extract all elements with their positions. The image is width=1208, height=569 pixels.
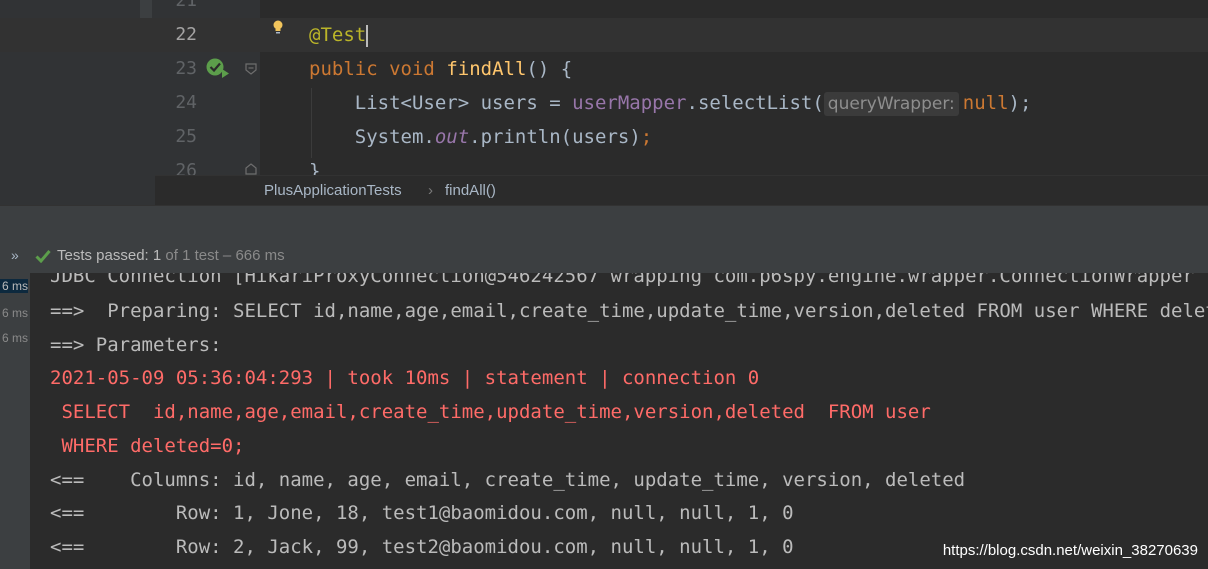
code-line[interactable]: List<User> users = userMapper.selectList… [309, 86, 1031, 120]
test-tree-item[interactable]: 6 ms [0, 306, 28, 320]
check-icon [35, 250, 51, 263]
code-token: .println(users) [469, 126, 641, 148]
keyword-token: public [309, 58, 378, 80]
text-caret [366, 24, 369, 47]
watermark: https://blog.csdn.net/weixin_38270639 [942, 542, 1198, 559]
breadcrumb: PlusApplicationTests › findAll() [155, 175, 1208, 206]
parameter-hint: queryWrapper: [823, 92, 959, 116]
run-test-passed-icon[interactable] [205, 58, 231, 80]
code-token: System. [354, 126, 435, 148]
line-number: 21 [175, 0, 197, 11]
console-line-sql-log: WHERE deleted=0; [50, 435, 245, 457]
console-line: ==> Parameters: [50, 334, 234, 356]
method-name-token: findAll [446, 58, 527, 80]
fold-marker-icon[interactable] [244, 62, 258, 76]
console-output[interactable]: JDBC Connection [HikariProxyConnection@5… [30, 273, 1208, 569]
console-line: <== Row: 1, Jone, 18, test1@baomidou.com… [50, 502, 794, 524]
test-tree[interactable]: 6 ms 6 ms 6 ms [0, 273, 31, 569]
breadcrumb-method[interactable]: findAll() [445, 176, 496, 206]
test-status-bar: » Tests passed: 1 of 1 test – 666 ms [0, 239, 1208, 273]
test-status-detail: of 1 test – 666 ms [161, 247, 285, 264]
line-number: 23 [175, 58, 197, 79]
test-tree-item[interactable]: 6 ms [0, 279, 28, 293]
code-token: .selectList( [686, 92, 824, 114]
console-line: <== Columns: id, name, age, email, creat… [50, 469, 966, 491]
code-token: () { [526, 58, 573, 80]
code-token: List<User> users = [354, 92, 573, 114]
lightbulb-icon[interactable] [272, 20, 284, 34]
annotation-token: @Test [309, 24, 367, 46]
test-status-main: Tests passed: 1 [57, 247, 162, 264]
console-line: ==> Preparing: SELECT id,name,age,email,… [50, 300, 1208, 322]
fold-marker-icon[interactable] [244, 162, 258, 176]
field-token: userMapper [572, 92, 687, 114]
code-token: ); [1008, 92, 1032, 114]
line-number: 25 [175, 126, 197, 147]
static-field-token: out [434, 126, 470, 148]
line-number: 22 [175, 24, 197, 45]
code-line[interactable]: @Test [309, 18, 369, 52]
code-line[interactable]: System.out.println(users); [309, 120, 652, 154]
console-line: JDBC Connection [HikariProxyConnection@5… [50, 273, 1194, 287]
expand-toolbar-button[interactable]: » [11, 247, 19, 263]
console-line-sql-log: SELECT id,name,age,email,create_time,upd… [50, 401, 931, 423]
breadcrumb-class[interactable]: PlusApplicationTests [264, 176, 402, 206]
keyword-token: null [962, 92, 1009, 114]
console-line: <== Row: 2, Jack, 99, test2@baomidou.com… [50, 536, 794, 558]
console-line-sql-log: 2021-05-09 05:36:04:293 | took 10ms | st… [50, 367, 760, 389]
test-tree-item[interactable]: 6 ms [0, 331, 28, 345]
line-number: 24 [175, 92, 197, 113]
breadcrumb-separator: › [428, 182, 433, 199]
test-status-text: Tests passed: 1 of 1 test – 666 ms [57, 247, 285, 264]
code-token: ; [640, 126, 653, 148]
code-editor[interactable]: 21 22 23 24 25 26 @Test public void find… [0, 0, 1208, 206]
code-line[interactable]: public void findAll() { [309, 52, 572, 86]
panel-divider[interactable] [0, 205, 1208, 240]
keyword-token: void [389, 58, 435, 80]
